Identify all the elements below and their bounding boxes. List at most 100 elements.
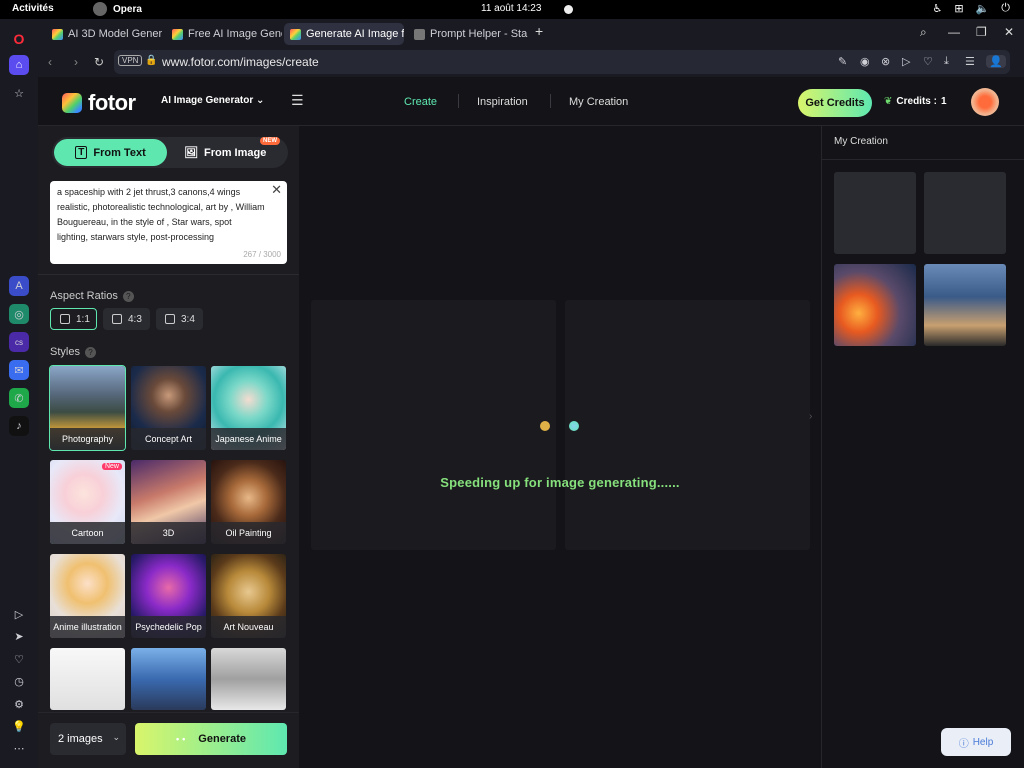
power-icon[interactable]: ⏻ — [1001, 2, 1010, 15]
search-tabs-icon[interactable]: ⌕ — [920, 25, 927, 40]
player-icon[interactable]: ▷ — [9, 604, 29, 624]
download-icon[interactable]: ⤓ — [944, 55, 949, 68]
chatgpt-icon[interactable]: ◎ — [9, 304, 29, 324]
easy-setup-icon[interactable]: ☰ — [965, 55, 975, 68]
help-icon[interactable]: ? — [84, 346, 96, 358]
style-retro-anime[interactable] — [131, 648, 206, 710]
ratio-1-1[interactable]: 1:1 — [50, 308, 97, 330]
edit-icon[interactable]: ✎ — [838, 55, 847, 68]
volume-icon[interactable]: 🔈 — [976, 2, 990, 15]
tab-ai-3d-model[interactable]: AI 3D Model Gener — [46, 23, 164, 45]
lock-icon[interactable]: 🔒 — [145, 55, 157, 66]
generate-label: Generate — [198, 733, 246, 745]
profile-icon[interactable]: 👤 — [986, 55, 1006, 68]
from-text-tab[interactable]: T From Text — [54, 139, 167, 166]
new-tab-icon[interactable]: + — [535, 23, 543, 39]
ratio-label: 1:1 — [76, 313, 90, 325]
chatsonic-icon[interactable]: cs — [9, 332, 29, 352]
style-cartoon[interactable]: New Cartoon — [50, 460, 125, 544]
app-name: Opera — [113, 3, 142, 15]
activities-button[interactable]: Activités — [12, 3, 54, 14]
heart-icon[interactable]: ♡ — [9, 649, 29, 669]
collapse-panel-icon[interactable]: › — [809, 411, 821, 435]
hamburger-menu-icon[interactable]: ☰ — [291, 92, 304, 109]
forward-icon[interactable]: › — [74, 55, 78, 69]
style-oil-painting[interactable]: Oil Painting — [211, 460, 286, 544]
help-icon[interactable]: ? — [122, 290, 134, 302]
tool-menu-dropdown[interactable]: AI Image Generator ⌄ — [161, 95, 264, 106]
aria-icon[interactable]: A — [9, 276, 29, 296]
user-avatar[interactable] — [971, 88, 999, 116]
nav-my-creation[interactable]: My Creation — [569, 96, 628, 108]
square-icon — [60, 314, 70, 324]
close-window-icon[interactable]: ✕ — [1004, 25, 1014, 39]
nav-create[interactable]: Create — [404, 96, 437, 108]
tiktok-icon[interactable]: ♪ — [9, 416, 29, 436]
generation-canvas: Speeding up for image generating...... › — [299, 126, 821, 768]
generate-button[interactable]: •• Generate — [135, 723, 287, 755]
from-text-label: From Text — [93, 146, 146, 159]
home-icon[interactable]: ⌂ — [9, 55, 29, 75]
minimize-icon[interactable]: — — [948, 25, 960, 39]
flow-icon[interactable]: ▷ — [902, 55, 910, 68]
network-icon[interactable]: ⊞ — [954, 2, 963, 15]
mode-tabs: T From Text 🖼 From Image — [52, 137, 288, 168]
reload-icon[interactable]: ↻ — [94, 55, 104, 69]
star-icon[interactable]: ☆ — [9, 83, 29, 103]
tab-prompt-helper[interactable]: Prompt Helper - Sta — [408, 23, 528, 45]
creation-thumbnail-empty[interactable] — [924, 172, 1006, 254]
style-anime-illustration[interactable]: Anime illustration — [50, 554, 125, 638]
tab-strip: AI 3D Model Gener Free AI Image Gene Gen… — [38, 19, 1024, 47]
fotor-logo[interactable]: fotor — [62, 90, 136, 116]
style-concept-art[interactable]: Concept Art — [131, 366, 206, 450]
messenger-icon[interactable]: ✉ — [9, 360, 29, 380]
accessibility-icon[interactable]: ♿ — [933, 2, 943, 15]
tab-free-ai-image[interactable]: Free AI Image Gene — [166, 23, 282, 45]
more-icon[interactable]: ⋯ — [9, 738, 29, 758]
creation-thumbnail-empty[interactable] — [834, 172, 916, 254]
nav-inspiration[interactable]: Inspiration — [477, 96, 528, 108]
fotor-logo-icon — [62, 93, 82, 113]
restore-icon[interactable]: ❐ — [976, 25, 987, 39]
divider — [822, 159, 1024, 160]
tips-icon[interactable]: 💡 — [9, 716, 29, 736]
get-credits-button[interactable]: Get Credits — [798, 89, 872, 117]
style-psychedelic-pop[interactable]: Psychedelic Pop — [131, 554, 206, 638]
vpn-badge[interactable]: VPN — [118, 55, 143, 66]
opera-logo-icon[interactable]: O — [9, 29, 29, 49]
style-black-white[interactable] — [211, 648, 286, 710]
style-label: Japanese Anime — [211, 428, 286, 450]
credits-value: 1 — [940, 96, 947, 107]
prompt-textarea[interactable]: a spaceship with 2 jet thrust,3 canons,4… — [50, 181, 287, 264]
send-icon[interactable]: ➤ — [9, 626, 29, 646]
style-japanese-anime[interactable]: Japanese Anime — [211, 366, 286, 450]
bookmark-heart-icon[interactable]: ♡ — [923, 55, 933, 68]
style-label: Concept Art — [131, 428, 206, 450]
creation-thumbnail-dragon-fire[interactable] — [834, 264, 916, 346]
url-field[interactable]: VPN 🔒 www.fotor.com/images/create ✎ ◉ ⊗ … — [114, 50, 1010, 74]
clock[interactable]: 11 août 14:23 — [481, 3, 541, 14]
image-placeholder — [311, 300, 556, 550]
style-art-nouveau[interactable]: Art Nouveau — [211, 554, 286, 638]
help-button[interactable]: ⓘ Help — [941, 728, 1011, 756]
whatsapp-icon[interactable]: ✆ — [9, 388, 29, 408]
block-icon[interactable]: ⊗ — [881, 55, 890, 68]
image-count-value: 2 images — [58, 733, 103, 745]
ratio-4-3[interactable]: 4:3 — [103, 308, 150, 330]
tab-generate-ai-image[interactable]: Generate AI Image f — [284, 23, 404, 45]
new-badge: New — [101, 463, 122, 470]
history-icon[interactable]: ◷ — [9, 671, 29, 691]
back-icon[interactable]: ‹ — [48, 55, 52, 69]
chevron-down-icon: ⌄ — [256, 95, 265, 106]
creation-thumbnail-dragon-sky[interactable] — [924, 264, 1006, 346]
image-count-select[interactable]: 2 images ⌄ — [50, 723, 126, 755]
camera-icon[interactable]: ◉ — [860, 55, 870, 68]
system-tray[interactable]: ♿ ⊞ 🔈 ⏻ — [933, 2, 1011, 15]
ratio-3-4[interactable]: 3:4 — [156, 308, 203, 330]
style-sketch[interactable] — [50, 648, 125, 710]
clear-prompt-icon[interactable]: ✕ — [271, 182, 282, 197]
style-3d[interactable]: 3D — [131, 460, 206, 544]
app-menu[interactable]: Opera — [93, 2, 142, 16]
style-photography[interactable]: Photography — [49, 365, 126, 451]
settings-icon[interactable]: ⚙ — [9, 694, 29, 714]
